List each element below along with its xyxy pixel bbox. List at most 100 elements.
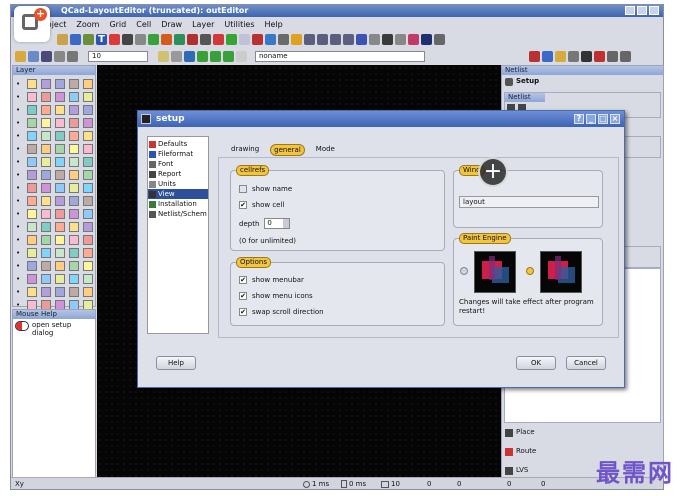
layer-swatch[interactable] [41,248,51,258]
cell-name-field[interactable]: noname [255,51,425,62]
show-name-checkbox[interactable] [239,185,247,193]
layer-swatch[interactable] [41,157,51,167]
redo-icon[interactable] [620,51,631,62]
snap-tool-icon[interactable] [369,34,380,45]
new-icon[interactable] [28,51,39,62]
layer-swatch[interactable] [27,235,37,245]
zoom-in-icon[interactable] [317,34,328,45]
layer-swatch[interactable] [83,144,93,154]
paint-engine-radio-1[interactable] [460,267,468,275]
text-tool-icon[interactable]: T [96,34,107,45]
layer-visibility-dot[interactable]: • [16,261,24,271]
layer-swatch[interactable] [55,170,65,180]
layer-swatch[interactable] [55,209,65,219]
flag-tool-icon[interactable] [421,34,432,45]
ok-button[interactable]: OK [516,356,556,370]
menu-zoom[interactable]: Zoom [76,20,99,29]
nav-item-view[interactable]: View [148,189,208,199]
layer-swatch[interactable] [69,105,79,115]
layer-swatch[interactable] [83,183,93,193]
layer-visibility-dot[interactable]: • [16,248,24,258]
layer-swatch[interactable] [55,287,65,297]
layer-swatch[interactable] [27,92,37,102]
merge-tool-icon[interactable] [278,34,289,45]
layer-visibility-dot[interactable]: • [16,209,24,219]
depth-spinbox[interactable]: 0 [264,218,291,229]
layer-swatch[interactable] [83,105,93,115]
layer-swatch[interactable] [69,170,79,180]
layer-swatch[interactable] [41,170,51,180]
nav-item-installation[interactable]: Installation [148,199,208,209]
layer-swatch[interactable] [83,92,93,102]
show-cell-checkbox[interactable]: ✔ [239,201,247,209]
layer-swatch[interactable] [27,196,37,206]
open-icon[interactable] [15,51,26,62]
menu-grid[interactable]: Grid [109,20,126,29]
export-icon[interactable] [67,51,78,62]
layer-swatch[interactable] [41,79,51,89]
layer-swatch[interactable] [41,209,51,219]
layer-swatch[interactable] [55,105,65,115]
layer-select-icon[interactable] [158,51,169,62]
layer-swatch[interactable] [83,196,93,206]
menu-help[interactable]: Help [265,20,283,29]
layer-swatch[interactable] [27,79,37,89]
layer-swatch[interactable] [41,287,51,297]
show-menubar-checkbox[interactable]: ✔ [239,276,247,284]
layer-visibility-dot[interactable]: • [16,287,24,297]
layer-swatch[interactable] [27,183,37,193]
layer-swatch[interactable] [55,157,65,167]
layer-swatch[interactable] [69,274,79,284]
layer-swatch[interactable] [69,248,79,258]
layer-swatch[interactable] [41,118,51,128]
layer-visibility-dot[interactable]: • [16,196,24,206]
layer-swatch[interactable] [83,235,93,245]
layer-swatch[interactable] [55,144,65,154]
cancel-button[interactable]: Cancel [566,356,606,370]
layer-swatch[interactable] [41,144,51,154]
layer-swatch[interactable] [55,183,65,193]
layer-swatch[interactable] [83,287,93,297]
layer-swatch[interactable] [27,118,37,128]
layer-swatch[interactable] [27,248,37,258]
layer-swatch[interactable] [69,222,79,232]
zoom-out-icon[interactable] [330,34,341,45]
layer-swatch[interactable] [69,261,79,271]
layer-swatch[interactable] [69,287,79,297]
layer-swatch[interactable] [83,170,93,180]
layer-color-icon[interactable] [184,51,195,62]
dialog-close-button[interactable]: × [610,114,620,124]
boolean-tool-icon[interactable] [291,34,302,45]
layer-lock-icon[interactable] [171,51,182,62]
pin-tool-icon[interactable] [408,34,419,45]
layer-visibility-dot[interactable]: • [16,183,24,193]
undo-icon[interactable] [607,51,618,62]
paint-engine-radio-2[interactable] [526,267,534,275]
layer-swatch[interactable] [55,235,65,245]
layer-swatch[interactable] [83,209,93,219]
array-tool-icon[interactable] [252,34,263,45]
close-button[interactable] [649,6,659,15]
print-icon[interactable] [54,51,65,62]
layer-swatch[interactable] [83,222,93,232]
layer-visibility-dot[interactable]: • [16,235,24,245]
layer-swatch[interactable] [27,287,37,297]
move-tool-icon[interactable] [109,34,120,45]
swap-scroll-checkbox[interactable]: ✔ [239,308,247,316]
show-menu-icons-checkbox[interactable]: ✔ [239,292,247,300]
dialog-maximize-button[interactable]: □ [598,114,608,124]
layer-swatch[interactable] [69,144,79,154]
layer-visibility-dot[interactable]: • [16,157,24,167]
layer-visibility-dot[interactable]: • [16,222,24,232]
layer-swatch[interactable] [83,248,93,258]
layer-swatch[interactable] [69,79,79,89]
menu-draw[interactable]: Draw [161,20,182,29]
layer-swatch[interactable] [69,235,79,245]
layer-visibility-dot[interactable]: • [16,144,24,154]
grid-value-field[interactable]: 10 [88,51,148,62]
nav-item-font[interactable]: Font [148,159,208,169]
layer-swatch[interactable] [69,131,79,141]
layer-swatch[interactable] [27,105,37,115]
path-tool-icon[interactable] [83,34,94,45]
dialog-minimize-button[interactable]: _ [586,114,596,124]
